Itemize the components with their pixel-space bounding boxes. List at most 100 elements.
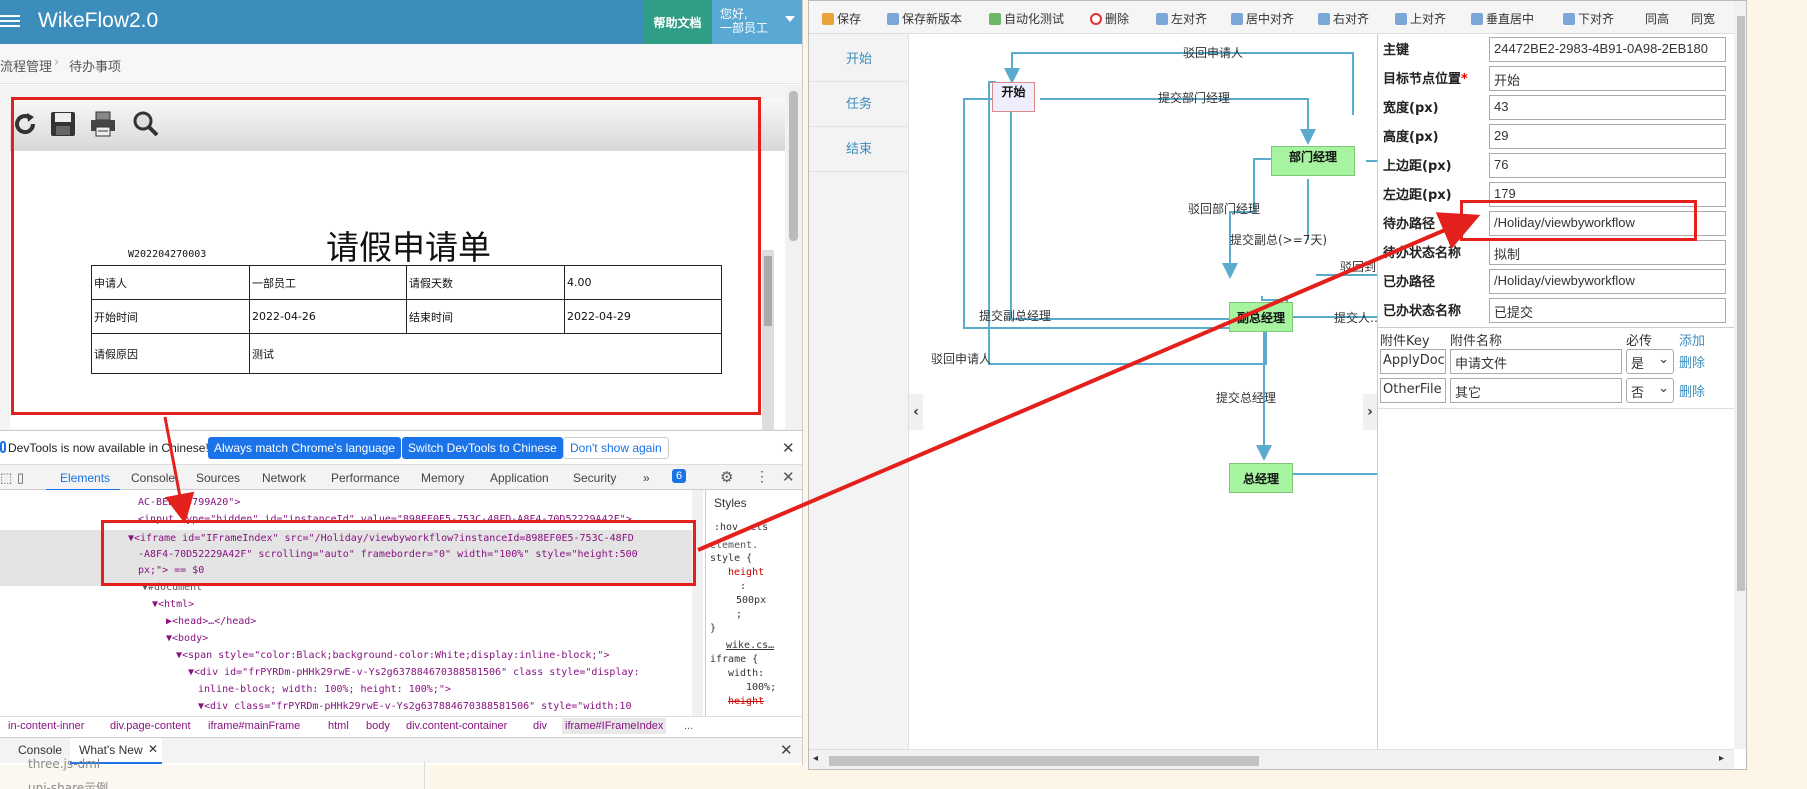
designer-horizontal-scrollbar[interactable]: ◂ ▸ bbox=[809, 749, 1734, 769]
gear-icon[interactable]: ⚙ bbox=[720, 468, 733, 486]
drawer-tab-console[interactable]: Console bbox=[18, 743, 62, 757]
attach-required-select[interactable]: 是 ⌄ bbox=[1626, 349, 1674, 374]
delete-attachment-link[interactable]: 删除 bbox=[1679, 381, 1705, 400]
prop-height-input[interactable]: 29 bbox=[1489, 124, 1726, 149]
palette-start[interactable]: 开始 bbox=[809, 48, 909, 67]
attach-key-input[interactable]: OtherFile bbox=[1380, 378, 1446, 403]
prop-todo-status-input[interactable]: 拟制 bbox=[1489, 240, 1726, 265]
save-button[interactable]: 保存 bbox=[822, 10, 861, 27]
align-bottom-button[interactable]: 下对齐 bbox=[1563, 10, 1614, 27]
tab-network[interactable]: Network bbox=[262, 471, 306, 485]
list-item[interactable]: three.js-dml bbox=[28, 757, 100, 771]
breadcrumb-item[interactable]: 待办事项 bbox=[69, 56, 121, 75]
inspect-icon[interactable]: ⬚ bbox=[0, 470, 12, 486]
align-middle-button[interactable]: 垂直居中 bbox=[1471, 10, 1534, 27]
dom-crumb[interactable]: in-content-inner bbox=[8, 720, 84, 732]
code-line[interactable]: ▼<div id="frPYRDm-pHHk29rwE-v-Ys2g637884… bbox=[188, 667, 640, 678]
align-center-button[interactable]: 居中对齐 bbox=[1231, 10, 1294, 27]
prop-top-input[interactable]: 76 bbox=[1489, 153, 1726, 178]
palette-end[interactable]: 结束 bbox=[809, 138, 909, 157]
edge-label: 提交副总经理 bbox=[979, 309, 1052, 323]
style-source-link[interactable]: wike.cs… bbox=[726, 640, 774, 651]
breadcrumb-item[interactable]: 流程管理 bbox=[0, 56, 52, 75]
close-icon[interactable]: ✕ bbox=[782, 468, 795, 486]
list-item[interactable]: uni-share示例 bbox=[28, 779, 108, 789]
dom-crumb[interactable]: ... bbox=[684, 720, 693, 732]
style-line[interactable]: width: bbox=[728, 668, 764, 679]
tab-application[interactable]: Application bbox=[490, 471, 549, 485]
style-line[interactable]: 500px bbox=[736, 595, 766, 606]
designer-vertical-scrollbar[interactable] bbox=[1734, 1, 1746, 749]
close-icon[interactable]: ✕ bbox=[782, 439, 795, 457]
scroll-right-icon[interactable]: ▸ bbox=[1719, 753, 1724, 764]
node-vice-gm[interactable]: 副总经理 bbox=[1229, 302, 1293, 332]
align-top-button[interactable]: 上对齐 bbox=[1395, 10, 1446, 27]
code-line[interactable]: inline-block; width: 100%; height: 100%;… bbox=[198, 684, 451, 695]
code-line[interactable]: AC-BEBBE5799A20"> bbox=[138, 497, 240, 508]
issues-badge[interactable]: 6 bbox=[672, 469, 687, 483]
dom-crumb[interactable]: div.content-container bbox=[406, 720, 507, 732]
same-height-button[interactable]: 同高 bbox=[1645, 10, 1669, 27]
collapse-right-icon[interactable]: › bbox=[1363, 394, 1377, 430]
dom-crumb[interactable]: body bbox=[366, 720, 390, 732]
delete-attachment-link[interactable]: 删除 bbox=[1679, 352, 1705, 371]
device-toggle-icon[interactable]: ▯ bbox=[17, 470, 24, 486]
code-line[interactable]: ▼<html> bbox=[152, 599, 194, 610]
user-menu[interactable]: 您好, 一部员工 bbox=[712, 0, 802, 44]
dont-show-button[interactable]: Don't show again bbox=[563, 437, 669, 459]
switch-chinese-button[interactable]: Switch DevTools to Chinese bbox=[402, 437, 563, 459]
delete-button[interactable]: 删除 bbox=[1090, 10, 1129, 27]
collapse-left-icon[interactable]: ‹ bbox=[909, 394, 923, 430]
align-right-button[interactable]: 右对齐 bbox=[1318, 10, 1369, 27]
help-button[interactable]: 帮助文档 bbox=[643, 0, 712, 44]
code-line[interactable]: ▼<div class="frPYRDm-pHHk29rwE-v-Ys2g637… bbox=[198, 701, 631, 712]
tab-console[interactable]: Console bbox=[131, 471, 175, 485]
prop-width-input[interactable]: 43 bbox=[1489, 95, 1726, 120]
attach-required-select[interactable]: 否 ⌄ bbox=[1626, 378, 1674, 403]
menu-icon[interactable] bbox=[0, 12, 20, 32]
tab-sources[interactable]: Sources bbox=[196, 471, 240, 485]
node-start[interactable]: 开始 bbox=[992, 82, 1035, 112]
attach-key-input[interactable]: ApplyDoc bbox=[1380, 349, 1446, 374]
code-line[interactable]: ▶<head>…</head> bbox=[166, 616, 256, 627]
style-line[interactable]: :hov .cls bbox=[714, 522, 768, 533]
match-language-button[interactable]: Always match Chrome's language bbox=[208, 437, 402, 459]
auto-test-button[interactable]: 自动化测试 bbox=[989, 10, 1064, 27]
user-name: 一部员工 bbox=[720, 21, 769, 35]
dom-crumb-active[interactable]: iframe#IFrameIndex bbox=[562, 718, 667, 734]
add-attachment-link[interactable]: 添加 bbox=[1679, 330, 1705, 349]
code-line[interactable]: ▼<span style="color:Black;background-col… bbox=[176, 650, 609, 661]
tab-memory[interactable]: Memory bbox=[421, 471, 464, 485]
more-options-icon[interactable]: ⋮ bbox=[755, 468, 769, 485]
style-line[interactable]: height bbox=[728, 696, 764, 707]
more-tabs-icon[interactable]: » bbox=[643, 471, 650, 485]
node-dept-manager[interactable]: 部门经理 bbox=[1271, 146, 1355, 176]
tab-styles[interactable]: Styles bbox=[714, 496, 747, 510]
style-line[interactable]: height bbox=[728, 567, 764, 578]
attach-name-input[interactable]: 申请文件 bbox=[1450, 349, 1622, 374]
save-new-version-button[interactable]: 保存新版本 bbox=[887, 10, 962, 27]
tab-elements[interactable]: Elements bbox=[60, 471, 110, 485]
prop-target-input[interactable]: 开始 bbox=[1489, 66, 1726, 91]
tab-performance[interactable]: Performance bbox=[331, 471, 400, 485]
same-width-button[interactable]: 同宽 bbox=[1691, 10, 1715, 27]
align-left-button[interactable]: 左对齐 bbox=[1156, 10, 1207, 27]
prop-done-status-input[interactable]: 已提交 bbox=[1489, 298, 1726, 323]
attach-name-input[interactable]: 其它 bbox=[1450, 378, 1622, 403]
close-icon[interactable]: ✕ bbox=[148, 742, 158, 756]
drawer-tab-whats-new[interactable]: What's New bbox=[79, 743, 143, 757]
scroll-left-icon[interactable]: ◂ bbox=[813, 753, 818, 764]
dom-crumb[interactable]: iframe#mainFrame bbox=[208, 720, 300, 732]
prop-key-input[interactable]: 24472BE2-2983-4B91-0A98-2EB180 bbox=[1489, 37, 1726, 62]
code-line[interactable]: ▼<body> bbox=[166, 633, 208, 644]
palette-task[interactable]: 任务 bbox=[809, 93, 909, 112]
node-gm[interactable]: 总经理 bbox=[1229, 463, 1293, 493]
close-icon[interactable]: ✕ bbox=[780, 741, 793, 759]
workflow-canvas[interactable]: 开始 部门经理 副总经理 总经理 驳回申请人 提交部门经理 驳回部门经理 提交副… bbox=[909, 34, 1377, 749]
tab-security[interactable]: Security bbox=[573, 471, 616, 485]
dom-crumb[interactable]: div.page-content bbox=[110, 720, 191, 732]
prop-done-path-input[interactable]: /Holiday/viewbyworkflow bbox=[1489, 269, 1726, 294]
dom-crumb[interactable]: div bbox=[533, 720, 547, 732]
dom-crumb[interactable]: html bbox=[328, 720, 349, 732]
page-scrollbar[interactable] bbox=[786, 85, 802, 430]
